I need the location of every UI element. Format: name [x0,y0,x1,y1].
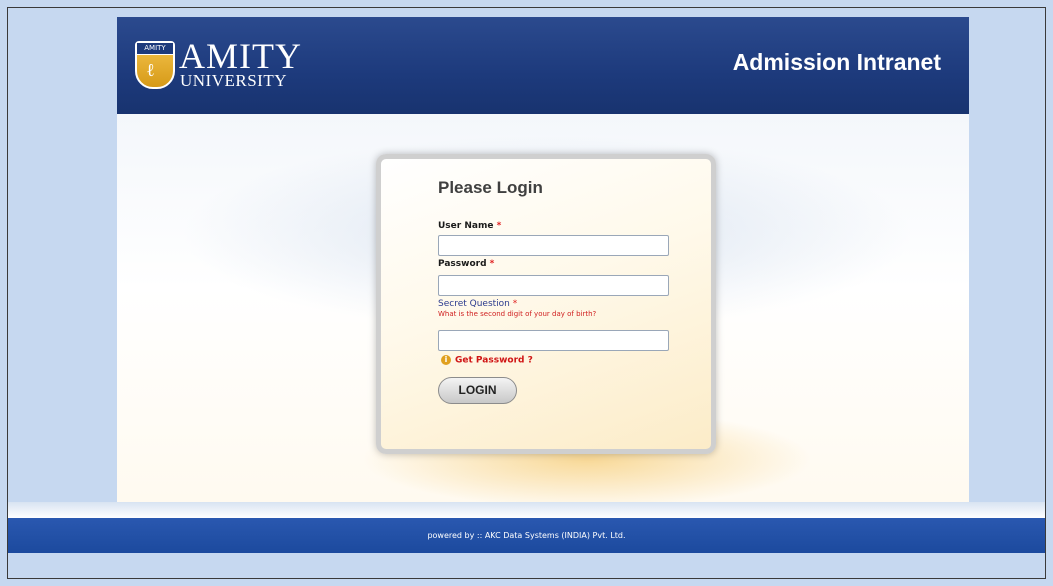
logo-band-text: AMITY [137,43,173,55]
password-label: Password * [438,259,494,269]
footer-bottom [8,553,1045,578]
username-input[interactable] [438,235,669,256]
secret-question-text: What is the second digit of your day of … [438,310,597,318]
window-frame: AMITY ℓ AMITY UNIVERSITY Admission Intra… [7,7,1046,579]
login-button[interactable]: LOGIN [438,377,517,404]
header: AMITY ℓ AMITY UNIVERSITY Admission Intra… [117,17,969,114]
username-label: User Name * [438,221,501,231]
login-panel: Please Login User Name * Password * Secr… [376,154,716,454]
page-title: Admission Intranet [732,49,941,75]
username-label-text: User Name [438,221,494,231]
footer: powered by :: AKC Data Systems (INDIA) P… [8,518,1045,553]
logo-name: AMITY [179,36,302,76]
password-input[interactable] [438,275,669,296]
get-password-link[interactable]: i Get Password ? [441,355,533,366]
page-container: AMITY ℓ AMITY UNIVERSITY Admission Intra… [117,17,969,502]
required-mark: * [489,259,495,269]
required-mark: * [496,221,502,231]
secret-question-label: Secret Question * [438,299,517,309]
footer-top-strip [8,502,1045,518]
info-icon: i [441,355,451,365]
login-title: Please Login [438,178,543,197]
secret-answer-input[interactable] [438,330,669,351]
secret-label-text: Secret Question [438,299,510,309]
footer-text: powered by :: AKC Data Systems (INDIA) P… [427,531,626,540]
get-password-text: Get Password ? [455,355,533,366]
amity-shield-logo-icon: AMITY ℓ [135,41,175,89]
shield-mark-icon: ℓ [147,60,154,81]
logo-subtitle: UNIVERSITY [180,71,287,90]
password-label-text: Password [438,259,487,269]
required-mark: * [512,299,518,309]
